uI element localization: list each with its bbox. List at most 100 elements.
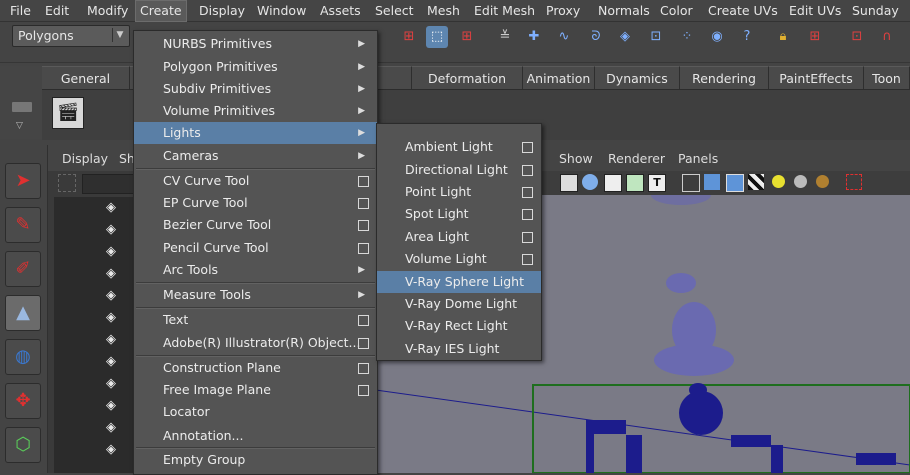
menu-item-vray-ies-light[interactable]: V-Ray IES Light <box>377 338 541 360</box>
snap-point-icon[interactable]: ᘐ <box>585 26 607 48</box>
option-box-icon[interactable] <box>358 243 369 254</box>
snap-grid-icon[interactable]: ✚ <box>523 26 545 48</box>
smooth-shade-icon[interactable] <box>704 174 720 190</box>
shadows-icon[interactable] <box>816 175 829 188</box>
menubar-item-mesh[interactable]: Mesh <box>423 2 464 19</box>
clapboard-icon[interactable]: 🎬︎ <box>52 97 84 129</box>
outliner-menu-display[interactable]: Display <box>62 151 108 166</box>
menu-item-arc-tools[interactable]: Arc Tools ▶ <box>134 259 377 281</box>
list-item[interactable]: ◈ <box>54 241 133 263</box>
menu-item-locator[interactable]: Locator <box>134 401 377 423</box>
menubar-item-proxy[interactable]: Proxy <box>542 2 584 19</box>
option-box-icon[interactable] <box>522 209 533 220</box>
list-item[interactable]: ◈ <box>54 351 133 373</box>
menu-item-text[interactable]: Text <box>134 309 377 331</box>
menubar-item-edit-mesh[interactable]: Edit Mesh <box>470 2 539 19</box>
option-box-icon[interactable] <box>522 232 533 243</box>
menu-item-cameras[interactable]: Cameras ▶ <box>134 145 377 167</box>
wireframe-on-shaded-icon[interactable] <box>726 174 744 192</box>
option-box-icon[interactable] <box>358 338 369 349</box>
menubar-item-file[interactable]: File <box>6 2 35 19</box>
tab-dynamics[interactable]: Dynamics <box>595 66 680 89</box>
select-object-icon[interactable]: ⬚ <box>426 26 448 48</box>
chevron-down-icon[interactable]: ▽ <box>16 121 23 131</box>
snap-plane-icon[interactable]: ◈ <box>614 26 636 48</box>
list-item[interactable]: ◈ <box>54 307 133 329</box>
menu-item-volume-primitives[interactable]: Volume Primitives ▶ <box>134 100 377 122</box>
option-box-icon[interactable] <box>522 254 533 265</box>
select-by-hierarchy-icon[interactable]: ⊞ <box>398 26 420 48</box>
viewport-menu-show[interactable]: Show <box>559 151 593 166</box>
menu-item-point-light[interactable]: Point Light <box>377 181 541 203</box>
menu-item-adobe-illustrator-object[interactable]: Adobe(R) Illustrator(R) Object... <box>134 332 377 354</box>
menubar-item-assets[interactable]: Assets <box>316 2 365 19</box>
menu-item-area-light[interactable]: Area Light <box>377 226 541 248</box>
chevron-down-icon[interactable]: ▼ <box>112 28 127 42</box>
menubar-item-create-uvs[interactable]: Create UVs <box>704 2 782 19</box>
wireframe-icon[interactable] <box>582 174 598 190</box>
tab-deformation[interactable]: Deformation <box>412 66 523 89</box>
menubar-item-edit[interactable]: Edit <box>41 2 73 19</box>
outliner-search-input[interactable] <box>82 174 135 194</box>
menu-item-free-image-plane[interactable]: Free Image Plane <box>134 379 377 401</box>
menu-item-vray-rect-light[interactable]: V-Ray Rect Light <box>377 315 541 337</box>
select-tool-icon[interactable]: ➤ <box>5 163 41 199</box>
menu-item-polygon-primitives[interactable]: Polygon Primitives ▶ <box>134 56 377 78</box>
menubar-item-normals[interactable]: Normals <box>594 2 654 19</box>
menu-item-spot-light[interactable]: Spot Light <box>377 203 541 225</box>
option-box-icon[interactable] <box>358 198 369 209</box>
menu-item-pencil-curve-tool[interactable]: Pencil Curve Tool <box>134 237 377 259</box>
shelf-collapse-icon[interactable] <box>12 102 32 112</box>
menubar-item-edit-uvs[interactable]: Edit UVs <box>785 2 845 19</box>
menu-item-empty-group[interactable]: Empty Group <box>134 449 377 471</box>
tab-animation[interactable]: Animation <box>523 66 595 89</box>
menubar-item-color[interactable]: Color <box>656 2 697 19</box>
filter-icon[interactable] <box>58 174 76 192</box>
menu-set-selector[interactable]: Polygons ▼ <box>12 25 130 47</box>
help-icon[interactable]: ? <box>736 26 758 48</box>
wireframe-shaded-icon[interactable] <box>682 174 700 192</box>
option-box-icon[interactable] <box>358 315 369 326</box>
menubar-item-display[interactable]: Display <box>195 2 249 19</box>
list-item[interactable]: ◈ <box>54 439 133 461</box>
menu-item-nurbs-primitives[interactable]: NURBS Primitives ▶ <box>134 33 377 55</box>
menubar-item-select[interactable]: Select <box>371 2 418 19</box>
tab-toon[interactable]: Toon <box>864 66 910 89</box>
menu-item-bezier-curve-tool[interactable]: Bezier Curve Tool <box>134 214 377 236</box>
menubar-item-create[interactable]: Create <box>135 0 187 22</box>
option-box-icon[interactable] <box>358 176 369 187</box>
menu-item-ambient-light[interactable]: Ambient Light <box>377 136 541 158</box>
lasso-tool-icon[interactable]: ✎ <box>5 207 41 243</box>
all-lights-icon[interactable] <box>794 175 807 188</box>
menu-item-ep-curve-tool[interactable]: EP Curve Tool <box>134 192 377 214</box>
list-item[interactable]: ◈ <box>54 263 133 285</box>
menubar-item-window[interactable]: Window <box>253 2 310 19</box>
tab-general[interactable]: General <box>42 66 130 89</box>
option-box-icon[interactable] <box>358 385 369 396</box>
list-item[interactable]: ◈ <box>54 197 133 219</box>
menu-item-lights[interactable]: Lights ▶ <box>134 122 377 144</box>
option-box-icon[interactable] <box>522 187 533 198</box>
option-box-icon[interactable] <box>522 142 533 153</box>
render-icon[interactable]: ◉ <box>706 26 728 48</box>
magnet-icon[interactable]: ∩ <box>876 26 898 48</box>
list-item[interactable]: ◈ <box>54 373 133 395</box>
menu-item-vray-sphere-light[interactable]: V-Ray Sphere Light <box>377 271 541 293</box>
snap-surface-icon[interactable]: ⊡ <box>645 26 667 48</box>
menu-item-measure-tools[interactable]: Measure Tools ▶ <box>134 284 377 306</box>
manipulator-tool-icon[interactable]: ⬡ <box>5 427 41 463</box>
menu-item-construction-plane[interactable]: Construction Plane <box>134 357 377 379</box>
rotate-tool-icon[interactable]: ◍ <box>5 339 41 375</box>
list-item[interactable]: ◈ <box>54 417 133 439</box>
default-light-icon[interactable] <box>772 175 785 188</box>
menubar-item-modify[interactable]: Modify <box>83 2 132 19</box>
list-item[interactable]: ◈ <box>54 219 133 241</box>
isolate-select-icon[interactable] <box>846 174 862 190</box>
menu-item-cv-curve-tool[interactable]: CV Curve Tool <box>134 170 377 192</box>
menubar-item-sunday[interactable]: Sunday <box>848 2 903 19</box>
camera-select-icon[interactable]: ⊡ <box>846 26 868 48</box>
list-item[interactable]: ◈ <box>54 395 133 417</box>
lock-icon[interactable]: 🔒︎ <box>772 26 794 48</box>
textured-icon[interactable] <box>748 174 764 190</box>
list-item[interactable]: ◈ <box>54 329 133 351</box>
